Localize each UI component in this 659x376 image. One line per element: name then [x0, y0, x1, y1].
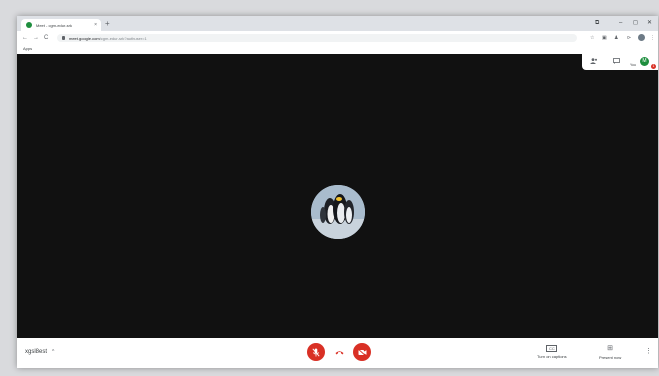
penguins-image — [311, 185, 365, 239]
meeting-details[interactable]: xgsl8est ^ — [25, 349, 54, 355]
url-host: meet.google.com — [69, 35, 100, 41]
forward-button[interactable]: → — [33, 34, 39, 42]
url-path: /cgm-edur-srk?authuser=1 — [99, 35, 147, 41]
browser-menu-icon[interactable]: ⋮ — [650, 35, 655, 41]
meeting-code: xgsl8est — [25, 349, 48, 355]
present-label: Present now — [599, 355, 622, 360]
tab-strip: Meet - cgm-edur-srk × + ⧉ – ◻ ✕ — [17, 16, 658, 31]
bookmark-star-icon[interactable]: ☆ — [590, 35, 594, 41]
call-end-icon — [335, 350, 343, 354]
lock-icon — [62, 36, 65, 40]
tab-title: Meet - cgm-edur-srk — [36, 22, 73, 28]
cast-icon[interactable]: ⊳ — [627, 35, 631, 41]
close-window-button[interactable]: ✕ — [647, 19, 652, 27]
leave-call-button[interactable] — [330, 343, 348, 361]
present-now-button[interactable]: ⊞ Present now — [599, 345, 621, 360]
extensions-icon[interactable]: ▣ — [602, 35, 607, 41]
top-right-panel: You M 1 — [582, 54, 658, 70]
chat-icon[interactable] — [613, 58, 620, 67]
minimize-button[interactable]: – — [619, 19, 622, 27]
present-icon: ⊞ — [607, 345, 614, 352]
camera-toggle-button[interactable] — [353, 343, 371, 361]
account-icon[interactable]: ♟ — [614, 35, 618, 41]
you-label: You — [630, 63, 636, 67]
reload-button[interactable]: C — [44, 34, 48, 42]
address-url: meet.google.com/cgm-edur-srk?authuser=1 — [69, 36, 147, 41]
back-button[interactable]: ← — [22, 34, 28, 42]
new-tab-button[interactable]: + — [105, 19, 110, 29]
mic-toggle-button[interactable] — [307, 343, 325, 361]
apps-bookmark[interactable]: Apps — [23, 46, 32, 51]
video-off-icon — [357, 348, 366, 356]
tab-close-icon[interactable]: × — [94, 22, 97, 28]
maximize-button[interactable]: ◻ — [633, 19, 638, 27]
captions-icon: CC — [546, 345, 558, 352]
meet-favicon-icon — [26, 22, 32, 28]
tab-meet[interactable]: Meet - cgm-edur-srk × — [21, 19, 101, 31]
browser-window: Meet - cgm-edur-srk × + ⧉ – ◻ ✕ ← → C me… — [17, 16, 658, 368]
chevron-up-icon: ^ — [52, 349, 55, 355]
people-icon[interactable] — [590, 58, 598, 67]
mic-off-icon — [312, 348, 320, 356]
browser-toolbar: ← → C meet.google.com/cgm-edur-srk?authu… — [17, 31, 658, 45]
meeting-stage: You M 1 — [17, 54, 658, 338]
meeting-controls-bar: xgsl8est ^ CC Turn on captions ⊞ Present… — [17, 338, 658, 368]
captions-label: Turn on captions — [537, 354, 567, 359]
tab-search-icon[interactable]: ⧉ — [595, 19, 599, 27]
participant-avatar — [311, 185, 365, 239]
notification-badge: 1 — [651, 64, 656, 69]
captions-button[interactable]: CC Turn on captions — [537, 345, 567, 359]
profile-avatar[interactable] — [638, 34, 645, 41]
more-options-icon[interactable]: ⋮ — [645, 348, 652, 356]
you-avatar[interactable]: M — [640, 57, 649, 66]
address-bar[interactable]: meet.google.com/cgm-edur-srk?authuser=1 — [57, 34, 577, 42]
